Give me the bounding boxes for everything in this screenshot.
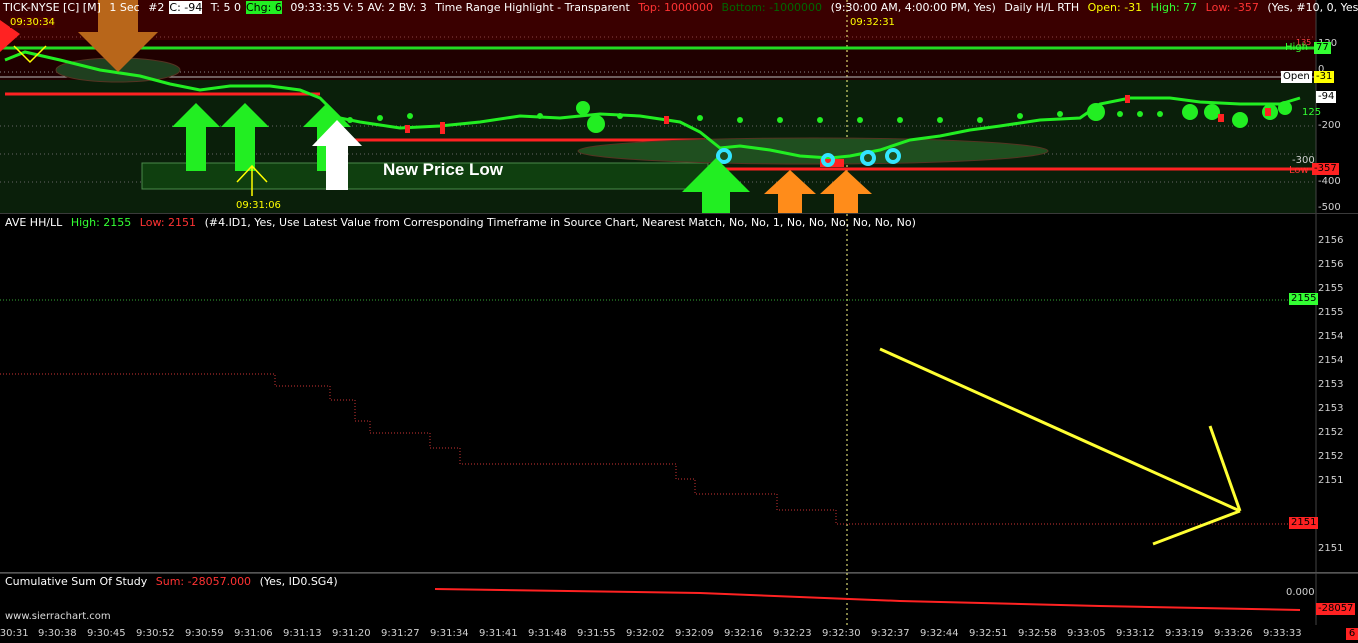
study2-open: Open: -31	[1087, 1, 1143, 14]
time-axis-label: 9:31:41	[479, 628, 518, 639]
price-chart-canvas[interactable]	[0, 0, 1358, 213]
ave-hhll-pane[interactable]: AVE HH/LL High: 2155 Low: 2151 (#4.ID1, …	[0, 213, 1358, 574]
cumsum-params: (Yes, ID0.SG4)	[259, 575, 338, 588]
price-axis-label: -200	[1318, 120, 1341, 131]
ave-high: High: 2155	[70, 216, 132, 229]
time-axis-label: 9:33:12	[1116, 628, 1155, 639]
time-axis-label: 9:33:33	[1263, 628, 1302, 639]
time-marker-left: 09:30:34	[10, 17, 55, 28]
time-axis-label: 9:32:30	[822, 628, 861, 639]
ave-axis-label: 2151	[1318, 543, 1344, 554]
time-axis-label: 9:31:13	[283, 628, 322, 639]
study2-high: High: 77	[1150, 1, 1198, 14]
study1-params: (9:30:00 AM, 4:00:00 PM, Yes)	[830, 1, 996, 14]
time-axis-label: 9:32:09	[675, 628, 714, 639]
ave-low: Low: 2151	[139, 216, 197, 229]
ave-tag-high: 2155	[1289, 293, 1319, 305]
time-axis[interactable]: 9:30:31 9:30:38 9:30:45 9:30:52 9:30:59 …	[0, 625, 1358, 643]
time-axis-label: 9:32:58	[1018, 628, 1057, 639]
ave-axis-label: 2156	[1318, 235, 1344, 246]
cumulative-sum-pane[interactable]: Cumulative Sum Of Study Sum: -28057.000 …	[0, 572, 1358, 627]
ave-axis-label: 2155	[1318, 283, 1344, 294]
time-axis-label: 9:32:51	[969, 628, 1008, 639]
study1-bottom: Bottom: -1000000	[721, 1, 823, 14]
time-axis-label: 9:31:48	[528, 628, 567, 639]
tag-high-label: High	[1285, 42, 1308, 53]
cumsum-sum: Sum: -28057.000	[155, 575, 252, 588]
ave-axis-label: 2154	[1318, 331, 1344, 342]
watermark: www.sierrachart.com	[5, 611, 111, 622]
new-price-low-annotation: New Price Low	[383, 160, 503, 179]
cumsum-study-name[interactable]: Cumulative Sum Of Study	[5, 575, 147, 588]
ave-axis-label: 2153	[1318, 403, 1344, 414]
bar-info: 09:33:35 V: 5 AV: 2 BV: 3	[290, 1, 427, 14]
tag-last-price: -94	[1316, 91, 1337, 103]
ave-axis-label: 2156	[1318, 259, 1344, 270]
time-axis-label: 9:30:52	[136, 628, 175, 639]
price-axis-label: -400	[1318, 176, 1341, 187]
tag-high-value: 77	[1314, 42, 1331, 54]
time-axis-label: 9:31:55	[577, 628, 616, 639]
study1-top: Top: 1000000	[638, 1, 714, 14]
symbol-label[interactable]: TICK-NYSE [C] [M]	[3, 1, 101, 14]
tag-125: 125	[1302, 107, 1322, 118]
study2-name[interactable]: Daily H/L RTH	[1004, 1, 1079, 14]
ave-axis-label: 2154	[1318, 355, 1344, 366]
tag-low-label: Low	[1289, 165, 1309, 176]
trades-value: T: 5 0	[210, 1, 241, 14]
tag-open-value: -31	[1314, 71, 1335, 83]
interval-label[interactable]: 1 Sec	[109, 1, 139, 14]
ave-study-name[interactable]: AVE HH/LL	[5, 216, 62, 229]
time-axis-label: 9:31:06	[234, 628, 273, 639]
price-axis-label: -500	[1318, 202, 1341, 213]
time-axis-label: 9:33:05	[1067, 628, 1106, 639]
study1-name[interactable]: Time Range Highlight - Transparent	[435, 1, 630, 14]
ave-axis-label: 2151	[1318, 475, 1344, 486]
time-axis-label: 9:31:34	[430, 628, 469, 639]
tag-low-value: -357	[1312, 163, 1339, 175]
time-marker-center: 09:32:31	[850, 17, 895, 28]
time-axis-label: 9:30:31	[0, 628, 29, 639]
close-value: C: -94	[169, 1, 203, 14]
ave-hhll-header: AVE HH/LL High: 2155 Low: 2151 (#4.ID1, …	[5, 216, 921, 229]
time-axis-label: 9:31:27	[381, 628, 420, 639]
ave-axis-label: 2155	[1318, 307, 1344, 318]
ave-tag-low: 2151	[1289, 517, 1319, 529]
price-chart-pane[interactable]: TICK-NYSE [C] [M] 1 Sec #2 C: -94 T: 5 0 C…	[0, 0, 1358, 214]
time-axis-label: 9:33:26	[1214, 628, 1253, 639]
tag-open-label: Open	[1281, 71, 1312, 83]
time-axis-label: 9:31:20	[332, 628, 371, 639]
time-axis-label: 9:30:38	[38, 628, 77, 639]
chart-number: #2	[148, 1, 165, 14]
corner-badge[interactable]: 6	[1346, 628, 1358, 640]
time-marker-bottom: 09:31:06	[236, 200, 281, 211]
time-axis-label: 9:32:44	[920, 628, 959, 639]
ave-axis-label: 2152	[1318, 427, 1344, 438]
cumsum-tag-value: -28057	[1316, 603, 1356, 615]
time-axis-label: 9:32:16	[724, 628, 763, 639]
change-value: Chg: 6	[245, 1, 282, 14]
ave-hhll-canvas[interactable]	[0, 214, 1358, 573]
time-axis-label: 9:32:37	[871, 628, 910, 639]
ave-axis-label: 2152	[1318, 451, 1344, 462]
study2-params: (Yes, #10, 0, Yes, No, 50, N	[1267, 1, 1358, 14]
time-axis-label: 9:30:45	[87, 628, 126, 639]
ave-params: (#4.ID1, Yes, Use Latest Value from Corr…	[204, 216, 916, 229]
ave-axis-label: 2153	[1318, 379, 1344, 390]
price-chart-header: TICK-NYSE [C] [M] 1 Sec #2 C: -94 T: 5 0 C…	[3, 1, 1358, 14]
time-axis-label: 9:33:19	[1165, 628, 1204, 639]
time-axis-label: 9:30:59	[185, 628, 224, 639]
study2-low: Low: -357	[1205, 1, 1259, 14]
time-axis-label: 9:32:02	[626, 628, 665, 639]
cumsum-header: Cumulative Sum Of Study Sum: -28057.000 …	[5, 575, 343, 588]
time-axis-label: 9:32:23	[773, 628, 812, 639]
cumsum-zero-label: 0.000	[1286, 587, 1315, 598]
